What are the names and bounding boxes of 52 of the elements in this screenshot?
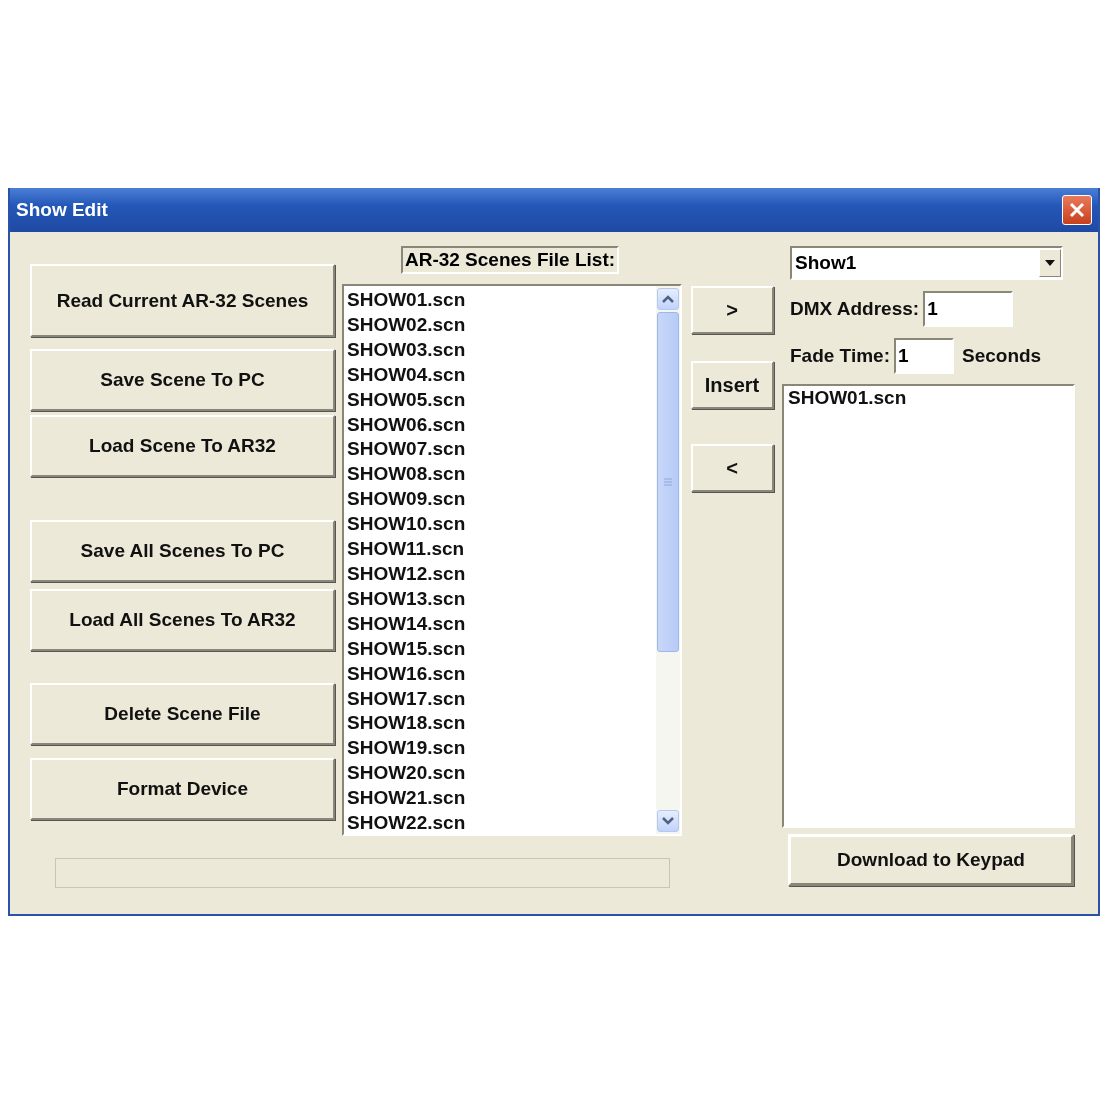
action-button[interactable]: Save Scene To PC [30,349,335,411]
list-item[interactable]: SHOW01.scn [347,288,656,313]
list-item[interactable]: SHOW10.scn [347,512,656,538]
download-button[interactable]: Download to Keypad [788,834,1074,886]
list-item[interactable]: SHOW19.scn [347,736,656,762]
list-item[interactable]: SHOW09.scn [347,487,656,513]
scroll-down-button[interactable] [657,810,679,832]
scrollbar[interactable] [656,286,680,834]
scroll-thumb[interactable] [657,312,679,652]
action-button[interactable]: Format Device [30,758,335,820]
field-label: Fade Time: [790,345,890,367]
input-field[interactable]: 1 [923,291,1014,327]
grip-icon [664,478,672,486]
scroll-up-button[interactable] [657,288,679,310]
list-item[interactable]: SHOW08.scn [347,462,656,488]
dropdown-arrow-icon [1045,260,1055,266]
show-dropdown[interactable]: Show1 [790,246,1063,280]
action-button[interactable]: Read Current AR-32 Scenes [30,264,335,337]
list-item[interactable]: SHOW14.scn [347,611,656,637]
list-item[interactable]: SHOW05.scn [347,387,656,413]
chevron-down-icon [662,817,674,825]
list-item[interactable]: SHOW13.scn [347,586,656,612]
list-item[interactable]: SHOW04.scn [347,362,656,388]
action-button[interactable]: Load Scene To AR32 [30,415,335,477]
list-item[interactable]: SHOW16.scn [347,661,656,687]
list-item[interactable]: SHOW01.scn [788,386,1073,411]
list-item[interactable]: SHOW12.scn [347,561,656,587]
list-item[interactable]: SHOW15.scn [347,636,656,662]
unit-label: Seconds [961,345,1042,367]
transfer-button[interactable]: > [690,286,774,334]
field-label: DMX Address: [790,298,920,320]
list-item[interactable]: SHOW20.scn [347,761,656,787]
input-field[interactable]: 1 [893,338,954,374]
window-title: Show Edit [16,199,108,221]
action-button[interactable]: Save All Scenes To PC [30,520,335,582]
action-button[interactable]: Delete Scene File [30,683,335,745]
chevron-up-icon [662,295,674,303]
list-item[interactable]: SHOW22.scn [347,811,656,836]
list-item[interactable]: SHOW06.scn [347,412,656,438]
list-label: AR-32 Scenes File List: [400,246,620,274]
action-button[interactable]: Load All Scenes To AR32 [30,589,335,651]
list-item[interactable]: SHOW11.scn [347,537,656,562]
list-item[interactable]: SHOW07.scn [347,437,656,463]
list-item[interactable]: SHOW02.scn [347,312,656,338]
list-item[interactable]: SHOW17.scn [347,686,656,712]
list-item[interactable]: SHOW21.scn [347,786,656,812]
transfer-button[interactable]: < [690,444,774,492]
transfer-button[interactable]: Insert [690,361,774,409]
list-item[interactable]: SHOW03.scn [347,337,656,363]
close-icon [1067,200,1087,220]
close-button[interactable] [1062,195,1092,225]
list-item[interactable]: SHOW18.scn [347,711,656,737]
